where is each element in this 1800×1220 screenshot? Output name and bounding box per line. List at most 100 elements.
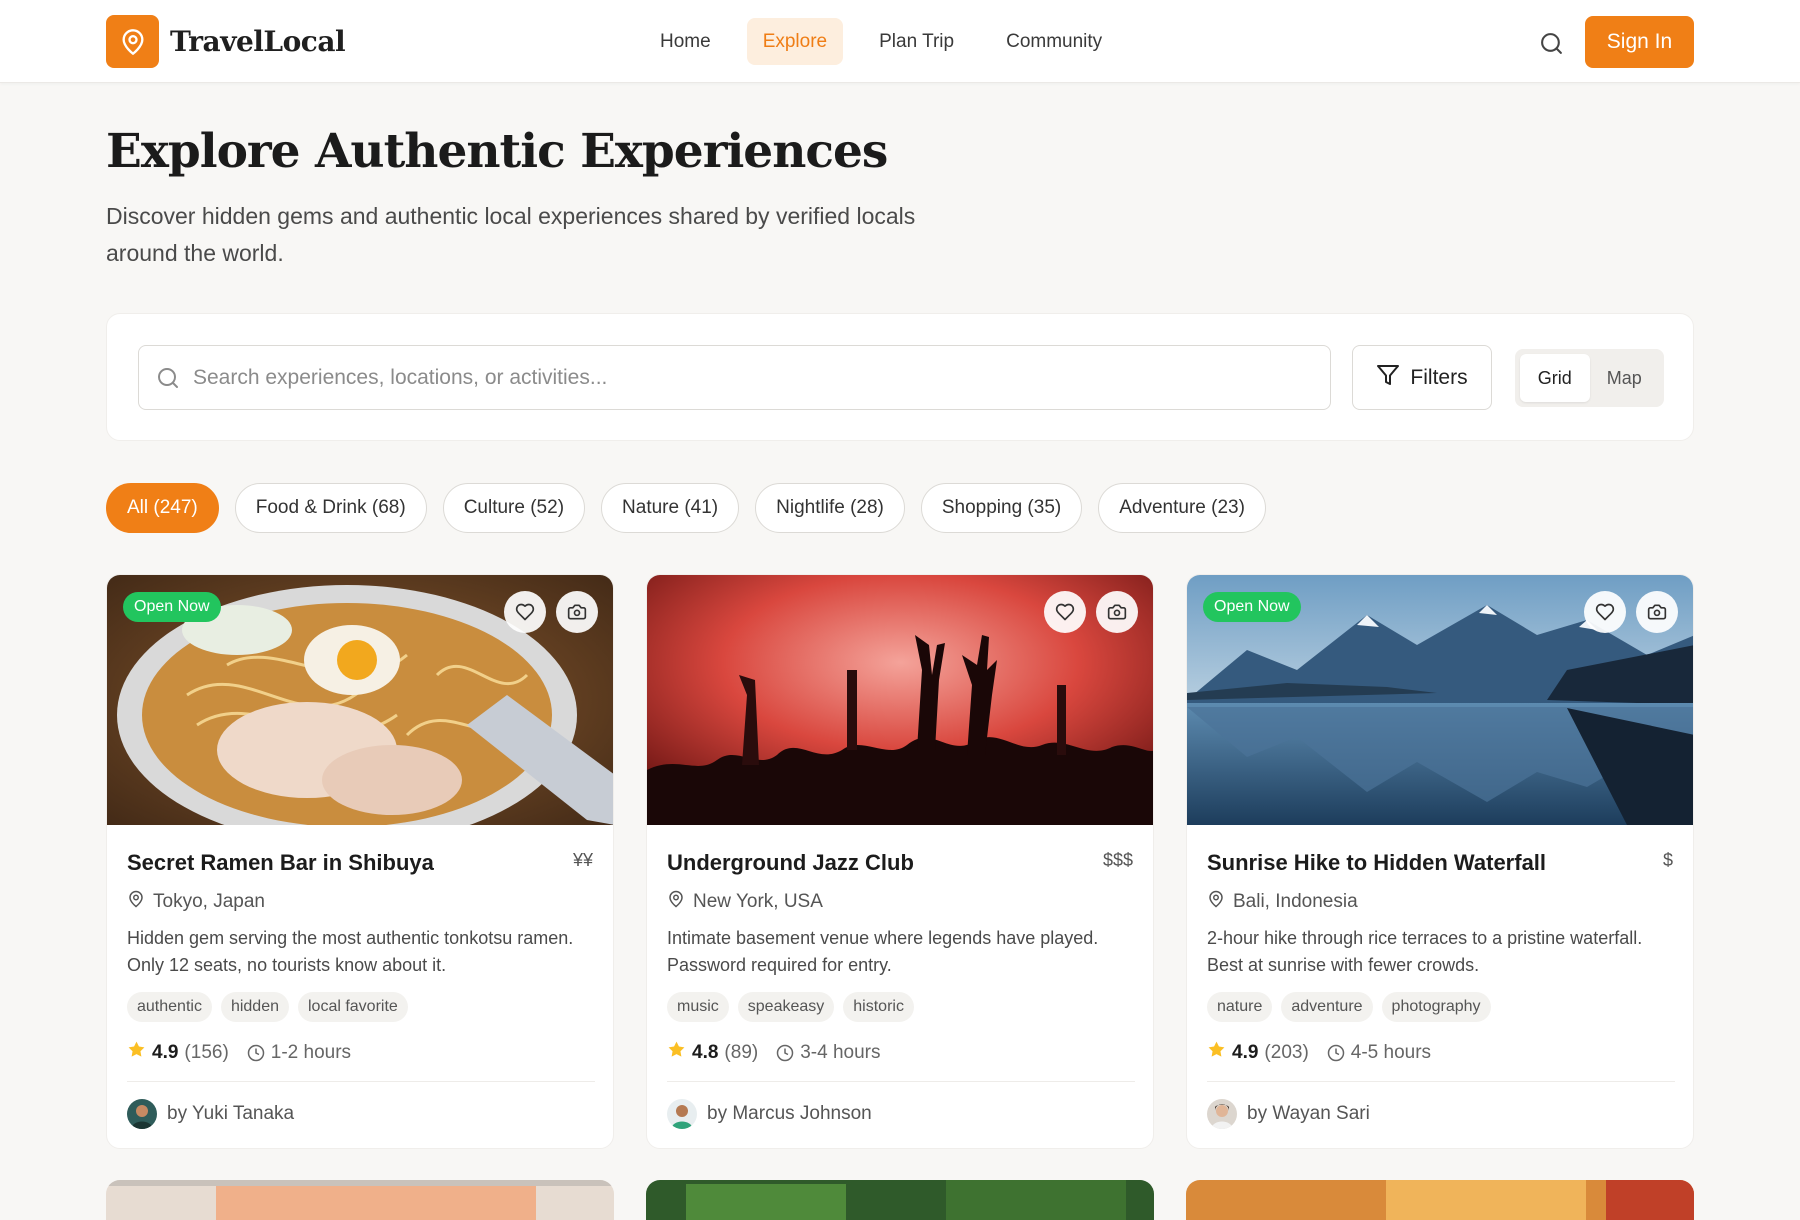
experience-card[interactable]: Underground Jazz Club $$$ New York, USA … (646, 574, 1154, 1149)
search-panel: Filters Grid Map (106, 313, 1694, 441)
filters-label: Filters (1410, 365, 1468, 389)
search-icon[interactable] (1535, 27, 1567, 59)
tag[interactable]: hidden (220, 992, 289, 1022)
camera-icon[interactable] (556, 591, 598, 633)
search-icon (155, 365, 181, 391)
tag[interactable]: music (667, 992, 729, 1022)
avatar (667, 1099, 697, 1129)
author-name: by Marcus Johnson (707, 1103, 872, 1124)
category-chip-culture[interactable]: Culture (52) (442, 483, 586, 533)
camera-icon[interactable] (1096, 591, 1138, 633)
tag[interactable]: speakeasy (737, 992, 835, 1022)
card-title: Secret Ramen Bar in Shibuya (127, 850, 434, 875)
card-author[interactable]: by Yuki Tanaka (127, 1099, 294, 1129)
open-now-badge: Open Now (123, 592, 221, 622)
sign-in-button[interactable]: Sign In (1585, 16, 1694, 68)
tag[interactable]: photography (1381, 992, 1491, 1022)
page-subtitle: Discover hidden gems and authentic local… (106, 203, 916, 266)
view-grid-button[interactable]: Grid (1520, 354, 1590, 402)
brand-logo[interactable]: TravelLocal (106, 15, 346, 68)
category-chip-all[interactable]: All (247) (106, 483, 219, 533)
star-icon (127, 1040, 146, 1065)
card-photo (106, 1180, 614, 1220)
location-pin-icon (127, 890, 145, 914)
price-level: $$$ (1102, 850, 1133, 870)
rating-value: 4.9 (152, 1041, 179, 1063)
location-text: Bali, Indonesia (1233, 891, 1358, 912)
location-pin-icon (667, 890, 685, 914)
card-description: Hidden gem serving the most authentic to… (127, 928, 574, 975)
review-count: (203) (1264, 1041, 1309, 1063)
brand-name: TravelLocal (170, 25, 346, 58)
experience-card[interactable]: Open Now Secret Ramen Bar in Shibuya ¥¥ … (106, 574, 614, 1149)
experience-card-partial[interactable] (646, 1180, 1154, 1220)
nav-community[interactable]: Community (990, 18, 1118, 65)
map-pin-icon (106, 15, 159, 68)
page-title: Explore Authentic Experiences (106, 124, 888, 179)
filters-button[interactable]: Filters (1352, 345, 1492, 410)
category-chip-food-drink[interactable]: Food & Drink (68) (234, 483, 427, 533)
nav-plan-trip[interactable]: Plan Trip (863, 18, 970, 65)
card-location: New York, USA (667, 890, 823, 914)
tag-list: music speakeasy historic (667, 992, 914, 1022)
heart-icon[interactable] (504, 591, 546, 633)
card-location: Tokyo, Japan (127, 890, 265, 914)
star-icon (1207, 1040, 1226, 1065)
category-chip-nature[interactable]: Nature (41) (601, 483, 740, 533)
experience-card[interactable]: Open Now Sunrise Hike to Hidden Waterfal… (1186, 574, 1694, 1149)
card-title: Sunrise Hike to Hidden Waterfall (1207, 850, 1547, 875)
location-text: New York, USA (693, 891, 823, 912)
card-description: 2-hour hike through rice terraces to a p… (1207, 928, 1643, 975)
tag[interactable]: adventure (1281, 992, 1373, 1022)
heart-icon[interactable] (1584, 591, 1626, 633)
star-icon (667, 1040, 686, 1065)
tag[interactable]: historic (843, 992, 914, 1022)
price-level: $ (1662, 850, 1673, 870)
search-field[interactable] (138, 345, 1331, 410)
duration: 3-4 hours (800, 1041, 881, 1063)
review-count: (89) (724, 1041, 759, 1063)
author-name: by Wayan Sari (1247, 1103, 1370, 1124)
tag[interactable]: local favorite (297, 992, 408, 1022)
search-input[interactable] (193, 365, 1293, 390)
location-pin-icon (1207, 890, 1225, 914)
clock-icon (1327, 1044, 1345, 1062)
nav-explore[interactable]: Explore (746, 18, 844, 65)
card-title: Underground Jazz Club (667, 850, 914, 875)
main-nav: Home Explore Plan Trip Community (644, 18, 1118, 65)
duration: 4-5 hours (1350, 1041, 1432, 1063)
rating-value: 4.9 (1232, 1041, 1259, 1063)
card-author[interactable]: by Wayan Sari (1207, 1099, 1370, 1129)
card-meta: 4.8 (89) 3-4 hours (667, 1040, 881, 1065)
card-author[interactable]: by Marcus Johnson (667, 1099, 872, 1129)
view-toggle: Grid Map (1515, 349, 1664, 407)
top-navigation-bar: TravelLocal Home Explore Plan Trip Commu… (0, 0, 1800, 83)
divider (127, 1081, 595, 1082)
tag-list: nature adventure photography (1207, 992, 1491, 1022)
open-now-badge: Open Now (1203, 592, 1301, 622)
category-filters: All (247) Food & Drink (68) Culture (52)… (106, 483, 1266, 533)
avatar (127, 1099, 157, 1129)
clock-icon (247, 1044, 265, 1062)
author-name: by Yuki Tanaka (167, 1103, 295, 1124)
heart-icon[interactable] (1044, 591, 1086, 633)
camera-icon[interactable] (1636, 591, 1678, 633)
rating-value: 4.8 (692, 1041, 719, 1063)
view-map-button[interactable]: Map (1590, 354, 1660, 402)
avatar (1207, 1099, 1237, 1129)
card-photo (1186, 1180, 1694, 1220)
card-meta: 4.9 (203) 4-5 hours (1207, 1040, 1431, 1065)
experience-card-partial[interactable] (1186, 1180, 1694, 1220)
divider (667, 1081, 1135, 1082)
tag[interactable]: nature (1207, 992, 1273, 1022)
review-count: (156) (184, 1041, 229, 1063)
category-chip-nightlife[interactable]: Nightlife (28) (755, 483, 905, 533)
category-chip-shopping[interactable]: Shopping (35) (920, 483, 1083, 533)
filter-funnel-icon (1376, 363, 1400, 393)
card-description: Intimate basement venue where legends ha… (667, 928, 1099, 975)
card-location: Bali, Indonesia (1207, 890, 1358, 914)
tag[interactable]: authentic (127, 992, 212, 1022)
category-chip-adventure[interactable]: Adventure (23) (1098, 483, 1266, 533)
nav-home[interactable]: Home (644, 18, 727, 65)
experience-card-partial[interactable] (106, 1180, 614, 1220)
